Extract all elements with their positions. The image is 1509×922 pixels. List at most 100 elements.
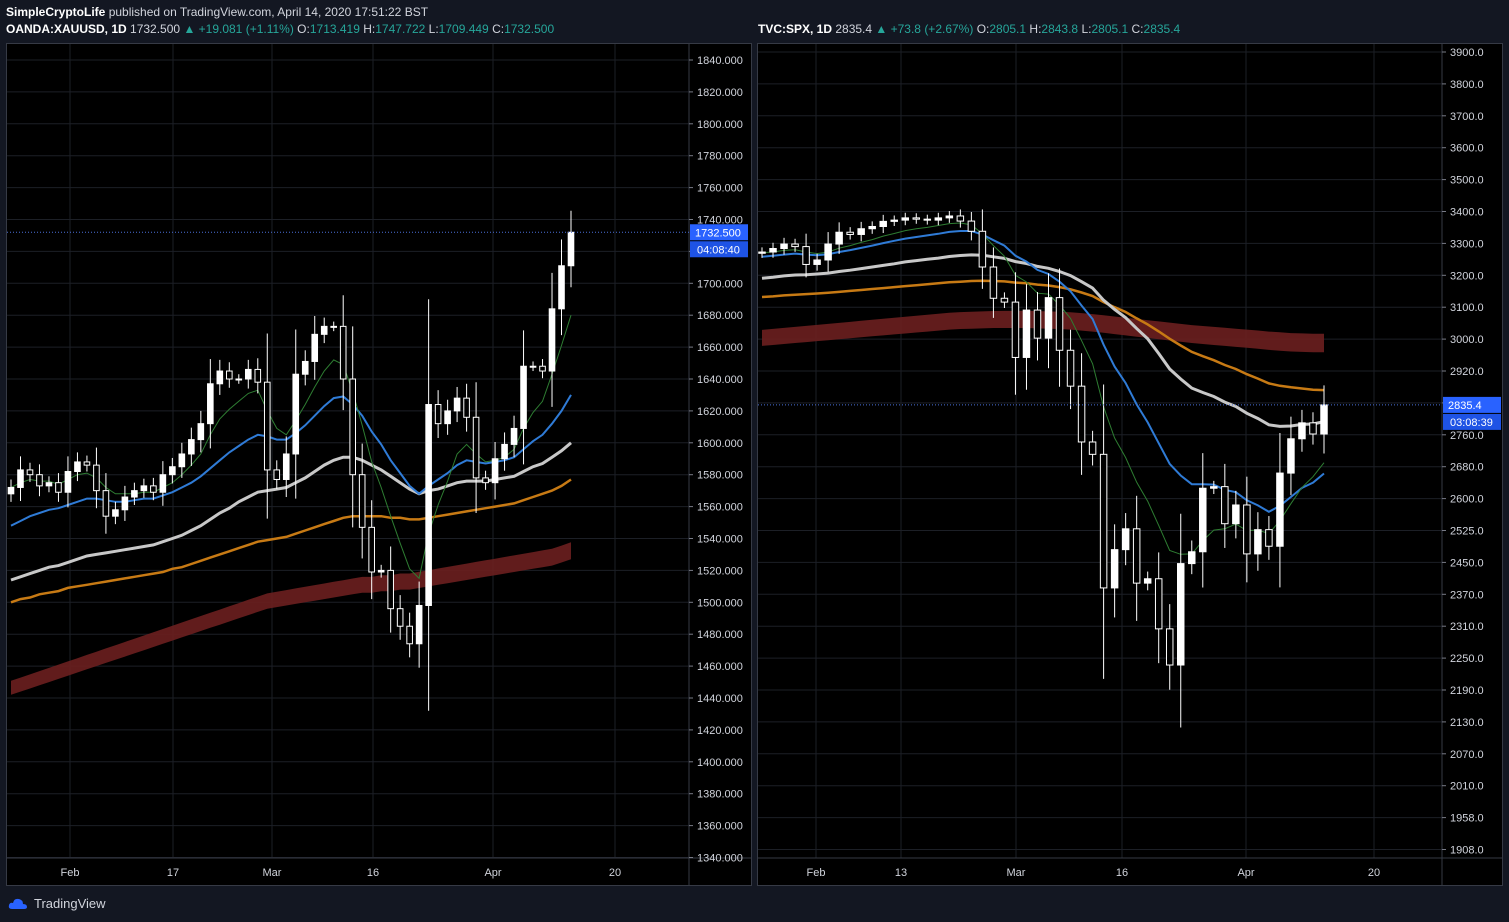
candle-body [978, 230, 987, 268]
candle-body [1298, 422, 1306, 440]
candle-body [482, 477, 489, 484]
candle-body [387, 569, 394, 610]
gold-chart-svg[interactable]: 1840.000 1820.000 1800.000 1780.000 1760.000… [7, 44, 751, 885]
candle-body [1088, 441, 1097, 455]
time-tick-label: 20 [609, 867, 621, 879]
candle-body [846, 231, 854, 235]
price-tick-label: 3000.0 [1450, 334, 1484, 346]
candle-body [434, 404, 442, 425]
candle-body [1022, 309, 1031, 358]
candle-body [207, 383, 214, 425]
price-tick-label: 1420.000 [697, 725, 743, 737]
candle-body [1221, 486, 1229, 525]
candle-body [879, 220, 887, 227]
price-tick-label: 1680.000 [697, 310, 743, 322]
candle-body [769, 248, 777, 253]
low-value: 2805.1 [1091, 22, 1129, 36]
candle-body [1210, 486, 1218, 489]
time-tick-label: Feb [61, 867, 80, 879]
candle-body [121, 496, 129, 511]
candle-body [1165, 628, 1174, 666]
price-tick-label: 1440.000 [697, 693, 743, 705]
candle-body [1243, 504, 1251, 555]
candle-body [377, 569, 385, 573]
candle-body [1309, 422, 1317, 435]
candle-body [349, 378, 356, 476]
price-tick-label: 3100.0 [1450, 302, 1484, 314]
price-tick-label: 1520.000 [697, 565, 743, 577]
candle-body [150, 485, 157, 493]
candle-body [780, 243, 788, 250]
candle-body [444, 410, 451, 425]
price-tick-label: 3700.0 [1450, 111, 1484, 123]
candle-body [791, 243, 799, 248]
price-tick-label: 1400.000 [697, 757, 743, 769]
candle-body [406, 625, 413, 645]
price-tick-label: 1908.0 [1450, 845, 1484, 857]
candle-body [912, 217, 921, 220]
price-change: ▲ +73.8 (+2.67%) [875, 22, 974, 36]
price-tick-label: 3300.0 [1450, 238, 1484, 250]
price-tick-label: 1840.000 [697, 55, 743, 67]
candle-body [74, 461, 81, 473]
candle-body [1265, 529, 1273, 547]
price-tick-label: 2130.0 [1450, 717, 1484, 729]
candle-body [901, 217, 909, 221]
candle-body [102, 490, 110, 517]
symbol-name[interactable]: OANDA:XAUUSD, 1D [6, 22, 127, 36]
price-tick-label: 1380.000 [697, 789, 743, 801]
candle-body [472, 416, 480, 479]
candle-body [330, 325, 338, 328]
candle-body [226, 370, 233, 380]
time-tick-label: Mar [1007, 867, 1026, 879]
footer-bar [0, 886, 1509, 922]
candle-body [1254, 529, 1262, 555]
candle-body [1044, 297, 1053, 339]
candle-body [55, 482, 62, 493]
candle-body [802, 246, 810, 265]
candle-body [7, 486, 15, 495]
time-tick-label: 20 [1368, 867, 1380, 879]
candle-body [93, 464, 100, 492]
brand-name: TradingView [34, 896, 106, 911]
time-tick-label: 16 [367, 867, 379, 879]
candle-body [1099, 453, 1108, 589]
chart-panel-spx[interactable]: 3900.0 3800.0 3700.0 3600.0 3500.0 3400.0 3300… [757, 43, 1503, 886]
tradingview-logo[interactable]: TradingView [8, 896, 106, 911]
candle-body [1276, 472, 1284, 547]
candle-body [1154, 578, 1163, 630]
candle-body [396, 608, 404, 627]
candle-body [17, 469, 24, 488]
candle-body [159, 474, 167, 493]
symbol-name[interactable]: TVC:SPX, 1D [758, 22, 832, 36]
candle-body [320, 325, 328, 335]
candle-body [197, 423, 205, 441]
price-tick-label: 2525.0 [1450, 526, 1484, 538]
time-tick-label: Apr [484, 867, 501, 879]
price-tick-label: 1620.000 [697, 406, 743, 418]
chart-panel-gold[interactable]: 1840.000 1820.000 1800.000 1780.000 1760.000… [6, 43, 752, 886]
ema-mid-line [10, 394, 572, 527]
close-value: 2835.4 [1143, 22, 1181, 36]
spx-chart-svg[interactable]: 3900.0 3800.0 3700.0 3600.0 3500.0 3400.0 3300… [758, 44, 1502, 885]
price-tick-label: 2310.0 [1450, 621, 1484, 633]
price-tick-label: 2600.0 [1450, 494, 1484, 506]
candle-body [1066, 349, 1075, 387]
time-tick-label: 13 [895, 867, 907, 879]
price-tick-label: 2920.0 [1450, 366, 1484, 378]
price-tick-label: 2680.0 [1450, 462, 1484, 474]
last-price: 2835.4 [835, 22, 873, 36]
candle-body [188, 439, 195, 455]
candle-body [813, 259, 821, 265]
publisher-name[interactable]: SimpleCryptoLife [6, 5, 105, 19]
price-tick-label: 1640.000 [697, 374, 743, 386]
high-value: 2843.8 [1041, 22, 1079, 36]
candle-body [934, 217, 943, 221]
candle-body [301, 360, 309, 375]
candle-body [1132, 528, 1141, 584]
candle-body [282, 453, 290, 480]
candle-body [956, 215, 965, 222]
price-tick-label: 1958.0 [1450, 813, 1484, 825]
price-tick-label: 1540.000 [697, 534, 743, 546]
candle-body [131, 490, 138, 498]
